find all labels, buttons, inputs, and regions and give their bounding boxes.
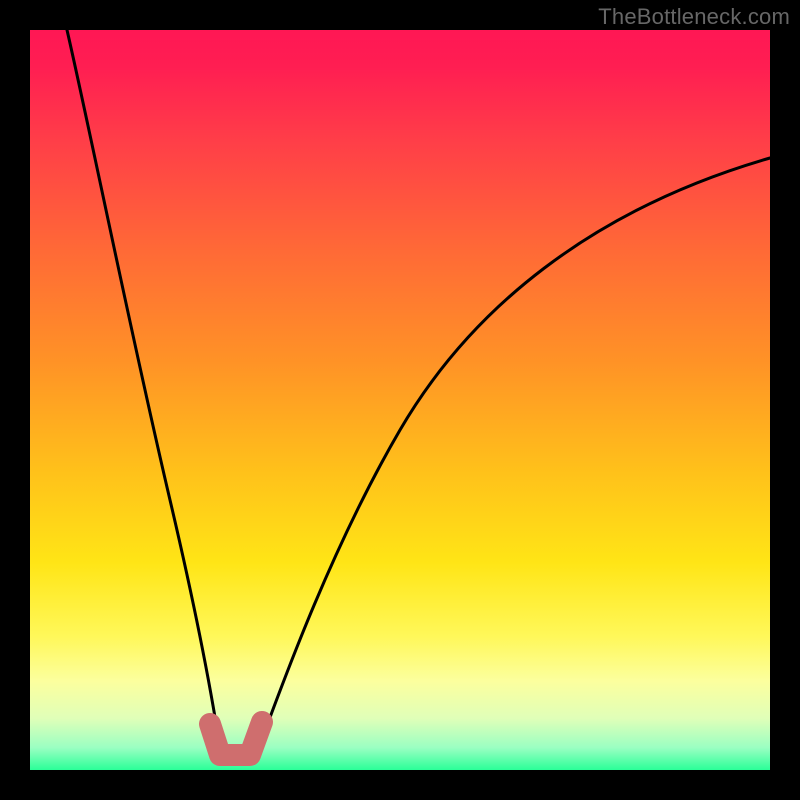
chart-plot-area	[30, 30, 770, 770]
chart-frame: TheBottleneck.com	[0, 0, 800, 800]
curve-left	[67, 30, 220, 748]
watermark-text: TheBottleneck.com	[598, 4, 790, 30]
v-marker	[210, 722, 262, 755]
curve-right	[258, 158, 770, 750]
